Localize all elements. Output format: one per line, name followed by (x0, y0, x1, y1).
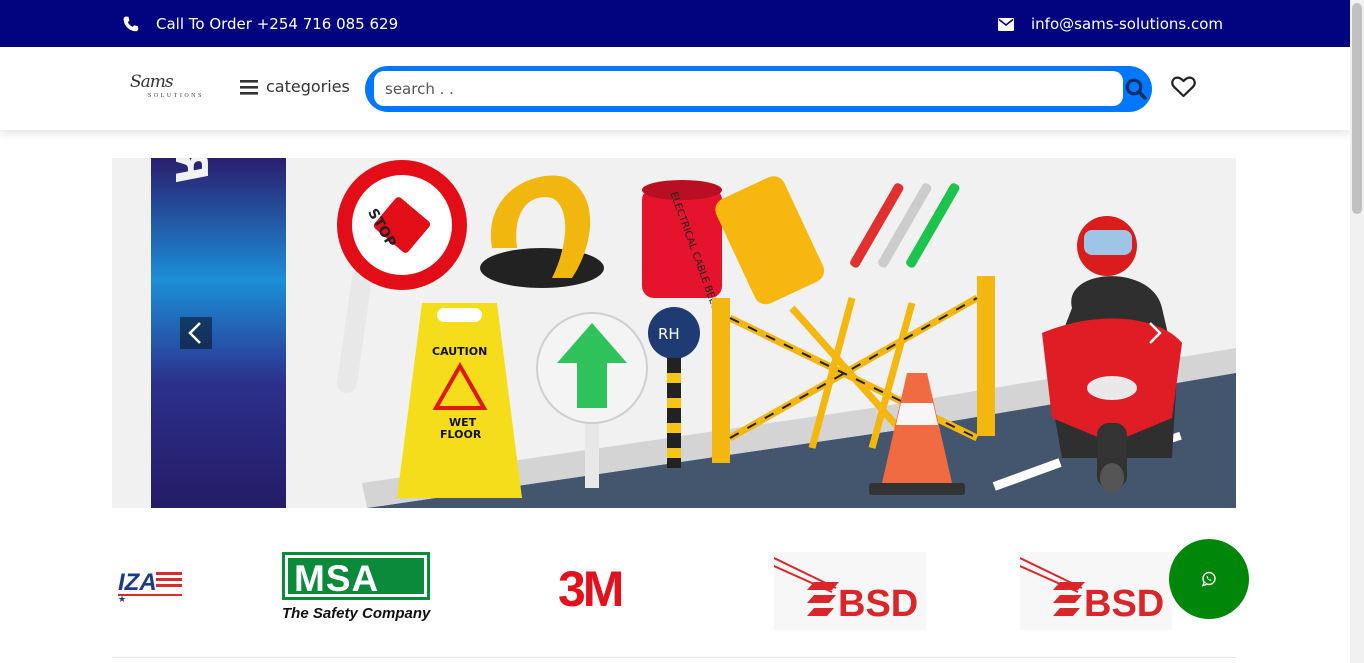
site-header: Sams SOLUTIONS categories (0, 47, 1350, 130)
email-link[interactable]: info@sams-solutions.com (998, 15, 1223, 33)
search-bar (365, 66, 1152, 112)
phone-icon (123, 16, 139, 32)
logo-script: Sams (130, 72, 174, 92)
search-icon[interactable] (1125, 78, 1147, 100)
whatsapp-chat-button[interactable] (1169, 539, 1249, 619)
chevron-right-icon (1149, 322, 1162, 344)
brand-msa-logo-art: MSA The Safety Company (282, 552, 431, 622)
menu-icon (240, 79, 258, 95)
brand-carousel: IZA ★ MSA The Safety Company 3M BSD BSD (112, 540, 1236, 635)
brand-logo-bsd-2[interactable]: BSD (1019, 552, 1172, 635)
brand-3m-text: 3M (558, 562, 622, 612)
hero-banner: ROAD SAFETY STOP ELECTRICAL CABLE BELOW … (112, 158, 1236, 508)
section-divider (112, 657, 1236, 658)
whatsapp-icon (1201, 571, 1216, 587)
brand-logo-bsd-1[interactable]: BSD (773, 552, 926, 635)
brand-logo-3m[interactable]: 3M (558, 561, 648, 617)
top-contact-bar: Call To Order +254 716 085 629 info@sams… (0, 0, 1350, 47)
caution-sign-text: CAUTION (432, 345, 487, 358)
rh-sign-text: RH (658, 325, 680, 343)
envelope-icon (998, 17, 1014, 31)
brand-msa-text: MSA (294, 558, 379, 599)
wet-floor-text-2: FLOOR (440, 428, 482, 441)
carousel-next-button[interactable] (1138, 317, 1170, 349)
brand-bsd-text-2: BSD (1084, 583, 1164, 625)
brand-msa-tagline: The Safety Company (282, 605, 431, 622)
call-to-order[interactable]: Call To Order +254 716 085 629 (123, 15, 398, 33)
brand-bsd-logo-art-2: BSD (1019, 552, 1172, 630)
phone-text: Call To Order +254 716 085 629 (156, 15, 399, 33)
brand-bsd-text-1: BSD (838, 583, 918, 625)
banner-product-art: STOP ELECTRICAL CABLE BELOW CAUTION WET … (337, 160, 1236, 508)
brand-3m-logo-art: 3M (558, 561, 625, 617)
logo-subtitle: SOLUTIONS (148, 93, 204, 99)
brand-iza-text: IZA (118, 569, 157, 596)
page-scrollbar[interactable] (1350, 0, 1364, 663)
categories-menu[interactable]: categories (240, 77, 350, 96)
chevron-left-icon (188, 322, 201, 344)
svg-text:★: ★ (118, 595, 126, 604)
scrollbar-thumb[interactable] (1352, 3, 1362, 214)
brand-bsd-logo-art-1: BSD (773, 552, 926, 630)
brand-logo-msa[interactable]: MSA The Safety Company (282, 552, 432, 629)
carousel-prev-button[interactable] (180, 317, 212, 349)
brand-iza-logo-art: IZA ★ (118, 569, 182, 605)
categories-label: categories (266, 77, 350, 96)
email-text: info@sams-solutions.com (1031, 15, 1223, 33)
heart-icon[interactable] (1171, 76, 1196, 98)
brand-logo-iza[interactable]: IZA ★ (118, 566, 188, 609)
search-input[interactable] (374, 71, 1123, 106)
site-logo[interactable]: Sams SOLUTIONS (130, 72, 216, 104)
